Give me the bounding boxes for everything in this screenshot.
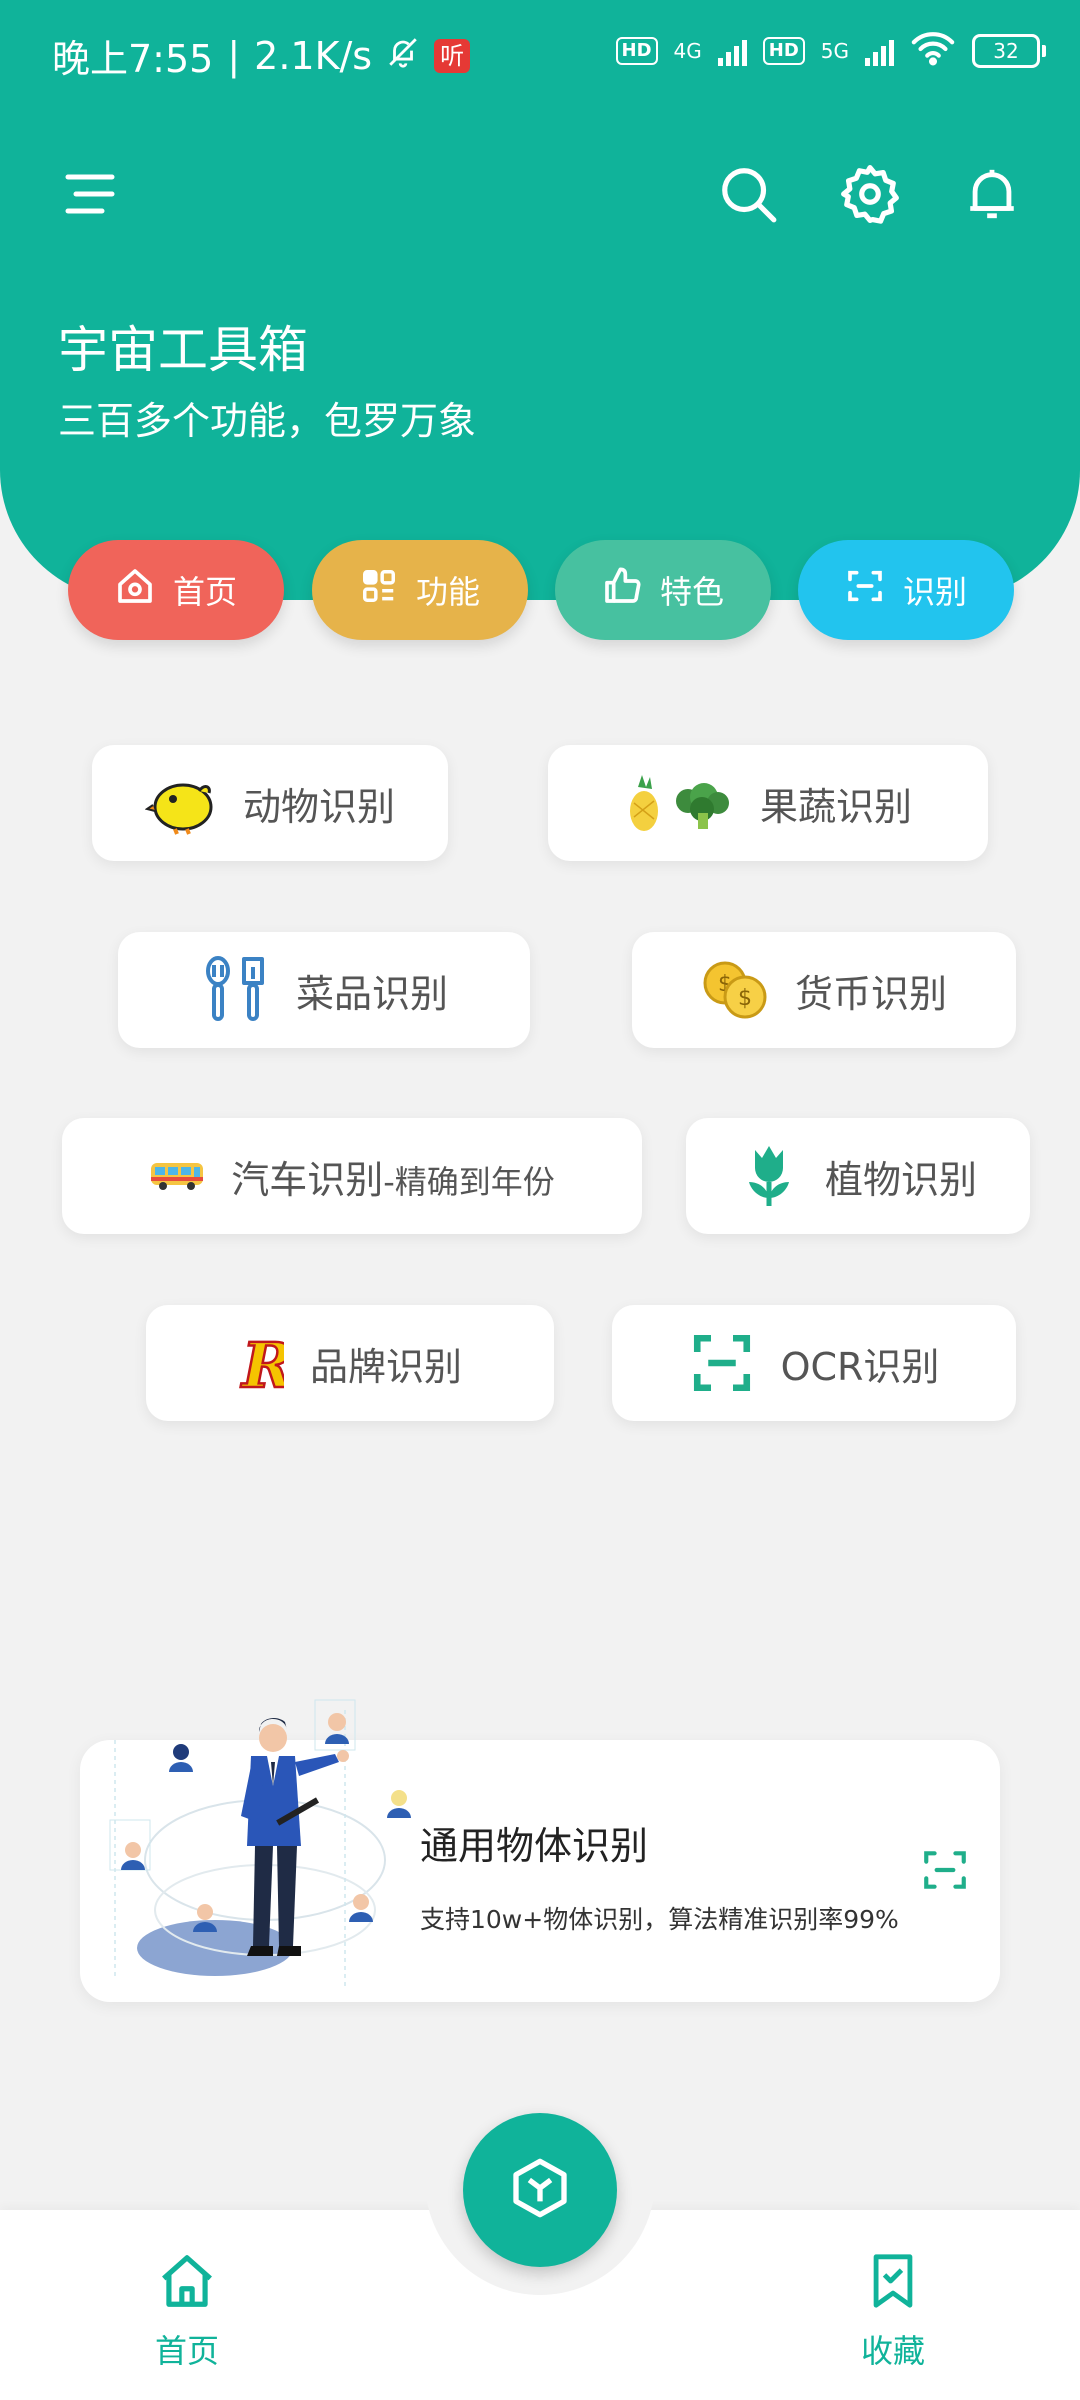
app-title: 宇宙工具箱 [58,321,308,379]
hd-badge-2: HD [762,37,805,65]
banner-scan-icon[interactable] [920,1845,970,1899]
tab-functions[interactable]: 功能 [312,540,528,640]
nav-favorites[interactable]: 收藏 [833,2250,953,2372]
battery-indicator: 32 [972,34,1046,68]
svg-text:R: R [240,1329,284,1397]
card-fruit-veg-label: 果蔬识别 [759,784,912,829]
card-brand-recognition[interactable]: R 品牌识别 [146,1305,554,1421]
home-icon [156,2250,218,2320]
bookmark-check-icon [864,2250,922,2320]
status-speed: 2.1K/s [254,33,373,78]
card-ocr-recognition[interactable]: OCR识别 [612,1305,1016,1421]
card-animal-recognition[interactable]: 动物识别 [92,745,448,861]
tulip-icon [739,1142,799,1210]
status-time: 晚上7:55 [52,37,214,81]
card-car-label: 汽车识别-精确到年份 [231,1157,555,1202]
banner-description: 支持10w+物体识别，算法精准识别率99% [420,1905,899,1934]
card-car-recognition[interactable]: 汽车识别-精确到年份 [62,1118,642,1234]
card-plant-recognition[interactable]: 植物识别 [686,1118,1030,1234]
ocr-scan-icon [689,1330,755,1396]
ting-badge: 听 [434,38,471,73]
card-car-suffix: -精确到年份 [383,1162,555,1201]
pineapple-broccoli-icon [624,773,734,833]
nav-home[interactable]: 首页 [127,2250,247,2372]
tab-featured-label: 特色 [659,573,724,611]
bell-icon[interactable] [952,154,1032,234]
svg-text:$: $ [738,986,752,1011]
chick-icon [144,771,217,835]
tab-recognition-label: 识别 [902,573,967,611]
businessman-illustration [95,1680,435,2005]
tab-home-label: 首页 [172,573,237,611]
signal-icon-2 [865,36,894,66]
card-fruit-veg-recognition[interactable]: 果蔬识别 [548,745,988,861]
card-brand-label: 品牌识别 [309,1344,462,1389]
card-dish-recognition[interactable]: 菜品识别 [118,932,530,1048]
search-icon[interactable] [708,154,788,234]
bus-icon [149,1159,205,1193]
wifi-icon [910,30,956,72]
center-fab-button[interactable] [463,2113,617,2267]
tab-recognition[interactable]: 识别 [798,540,1014,640]
grid-icon [360,567,398,613]
banner-title: 通用物体识别 [420,1824,649,1868]
card-plant-label: 植物识别 [824,1157,977,1202]
home-icon [115,566,155,614]
gear-icon[interactable] [830,154,910,234]
card-dish-label: 菜品识别 [295,971,448,1016]
card-currency-recognition[interactable]: $ $ 货币识别 [632,932,1016,1048]
card-ocr-label: OCR识别 [780,1344,940,1389]
card-animal-label: 动物识别 [242,784,395,829]
coins-icon: $ $ [701,959,769,1021]
scan-icon [845,566,885,614]
utensils-icon [200,955,270,1025]
mute-bell-icon [386,34,420,78]
tab-home[interactable]: 首页 [68,540,284,640]
network-5g: 5G [820,39,849,63]
cube-icon [508,2156,572,2224]
app-subtitle: 三百多个功能，包罗万象 [58,399,477,443]
hd-badge-1: HD [615,37,658,65]
brand-r-icon: R [238,1329,284,1397]
status-bar: 晚上7:55 | 2.1K/s 听 HD 4G HD 5G 32 [0,0,1080,104]
tab-featured[interactable]: 特色 [555,540,771,640]
card-currency-label: 货币识别 [794,971,947,1016]
signal-icon-1 [717,36,747,66]
menu-icon[interactable] [50,154,130,234]
nav-favorites-label: 收藏 [860,2332,925,2370]
network-4g: 4G [673,39,702,63]
tab-functions-label: 功能 [415,573,480,611]
nav-home-label: 首页 [154,2332,219,2370]
thumbs-up-icon [602,566,642,614]
